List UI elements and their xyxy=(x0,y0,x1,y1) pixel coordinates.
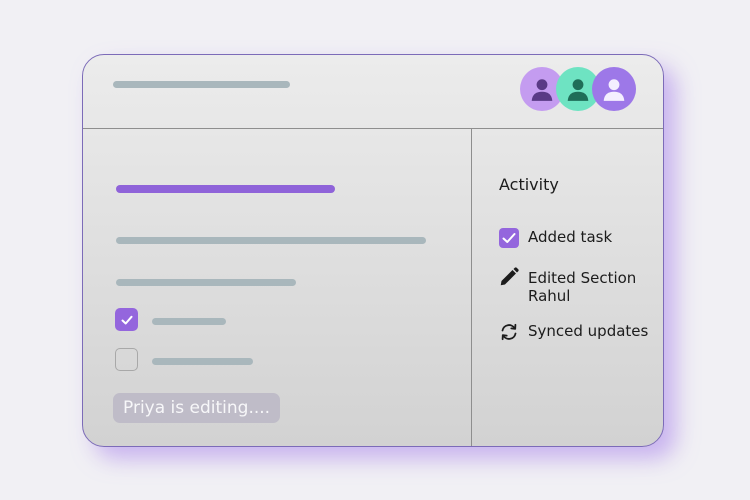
user-icon xyxy=(567,79,589,101)
avatar[interactable] xyxy=(592,67,636,111)
activity-item-label: Synced updates xyxy=(528,322,649,340)
user-icon xyxy=(603,79,625,101)
task-checkbox-checked[interactable] xyxy=(115,308,138,331)
sync-icon xyxy=(498,321,520,343)
check-icon xyxy=(121,315,132,324)
collaborator-avatars xyxy=(520,67,638,113)
activity-item-label: Edited Section xyxy=(528,269,637,287)
panel-divider xyxy=(471,128,472,446)
activity-item-synced-updates: Synced updates xyxy=(528,322,648,340)
collaboration-card: Priya is editing.... Activity Added task… xyxy=(82,54,664,447)
presence-indicator: Priya is editing.... xyxy=(113,393,281,423)
task-label-placeholder xyxy=(152,318,226,325)
card-header xyxy=(83,55,663,129)
task-checkbox-unchecked[interactable] xyxy=(115,348,138,371)
pencil-icon xyxy=(498,266,520,288)
section-heading-placeholder xyxy=(116,185,335,193)
header-title-placeholder xyxy=(113,81,290,88)
task-label-placeholder xyxy=(152,358,253,365)
activity-title: Activity xyxy=(499,175,559,194)
activity-item-label: Added task xyxy=(528,228,613,246)
user-icon xyxy=(531,79,553,101)
activity-item-edited-section: Edited Section Rahul xyxy=(528,269,636,305)
text-line-placeholder xyxy=(116,279,296,286)
activity-item-added-task: Added task xyxy=(528,228,612,246)
text-line-placeholder xyxy=(116,237,426,244)
activity-item-user: Rahul xyxy=(528,287,571,305)
checkbox-checked-icon xyxy=(498,227,520,249)
